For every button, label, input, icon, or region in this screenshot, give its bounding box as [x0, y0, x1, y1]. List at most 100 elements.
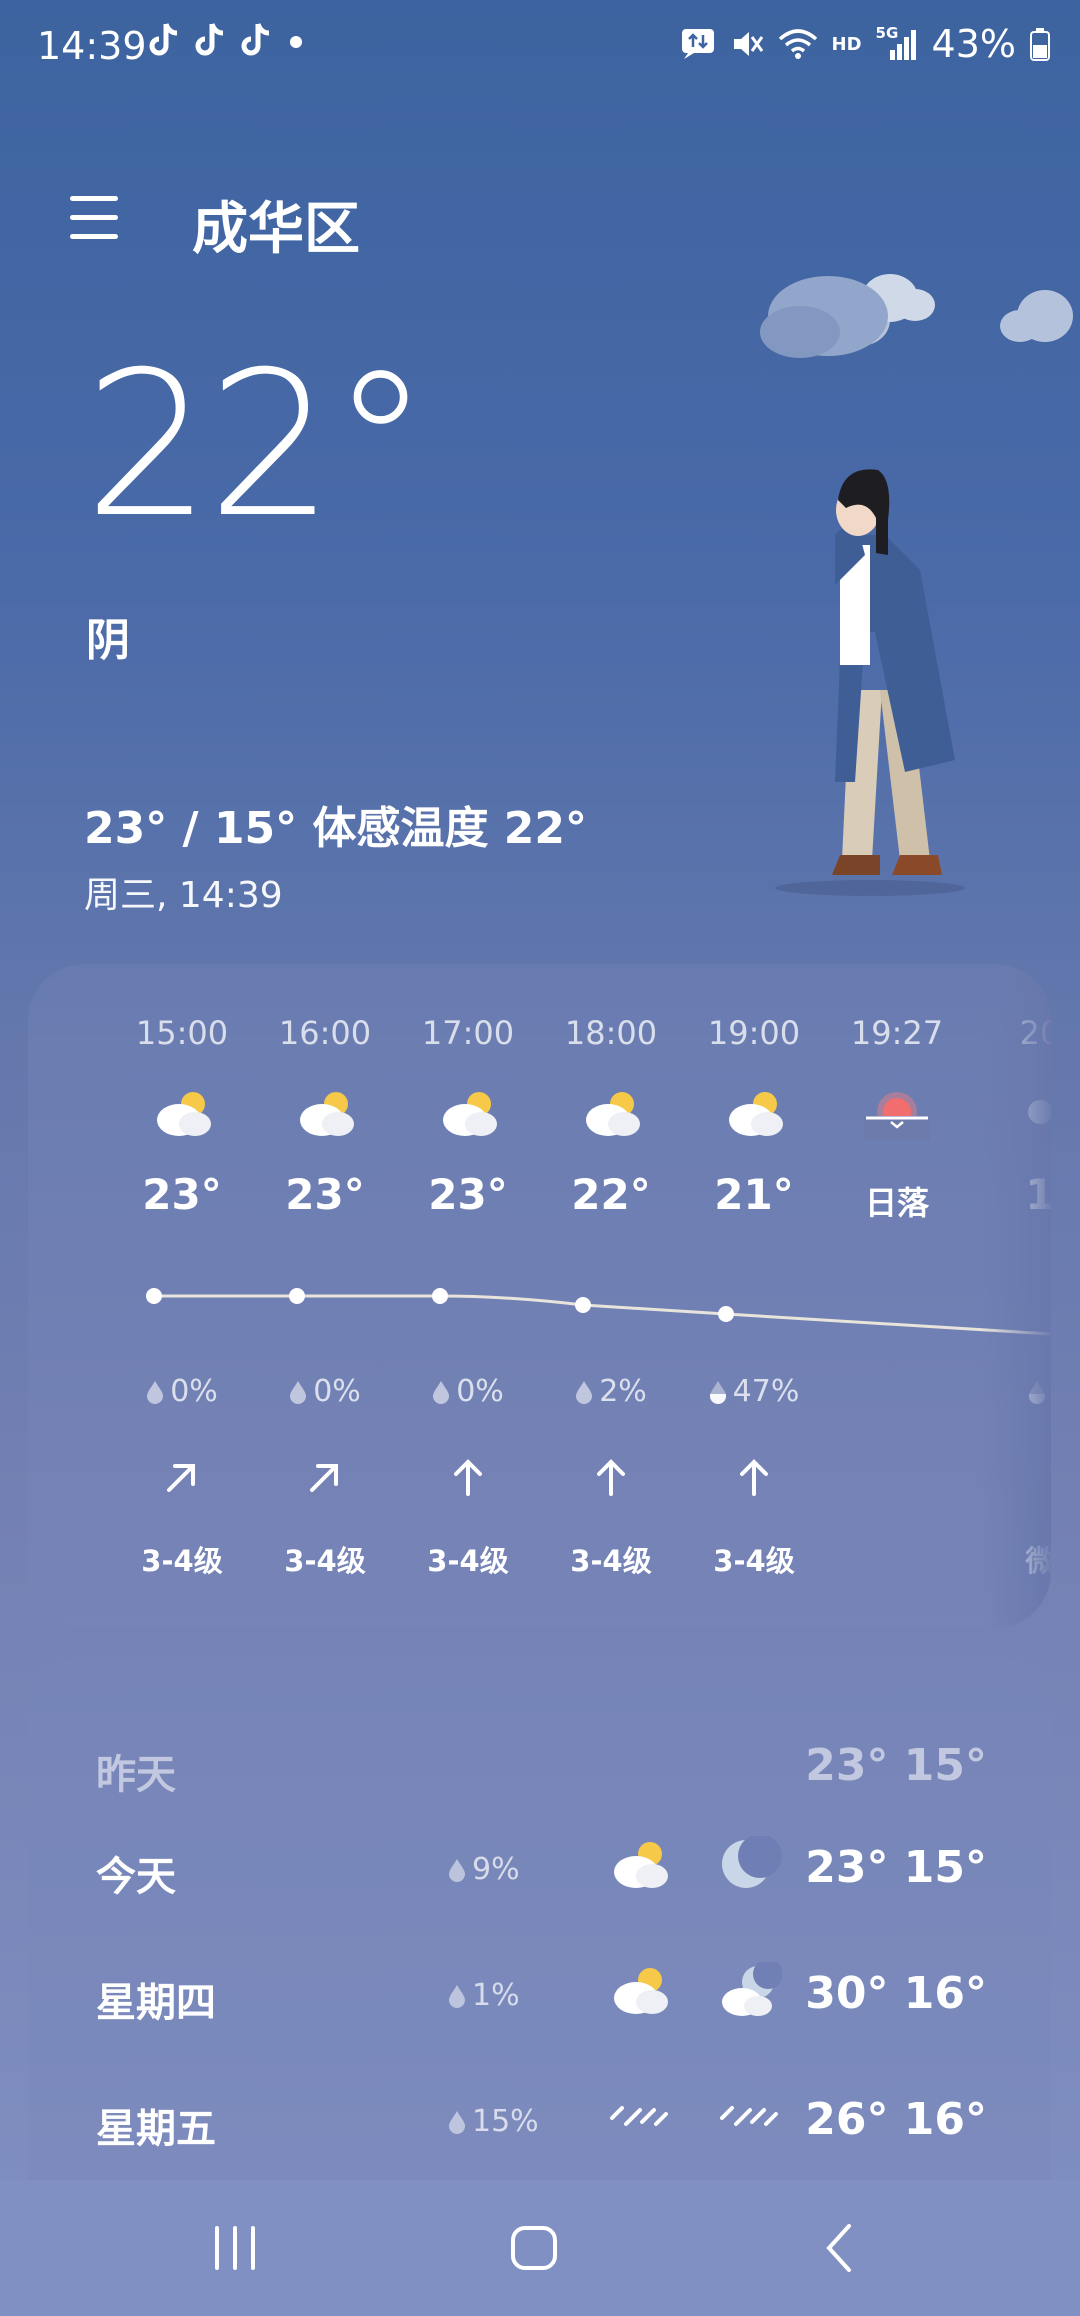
person-illustration: [775, 469, 965, 896]
system-navigation-bar: [0, 2180, 1080, 2316]
sunset-icon: [864, 1092, 930, 1140]
hour-wind: 3-4级: [427, 1544, 509, 1578]
hour-temperature: 22°: [571, 1170, 651, 1219]
hour-precipitation: 2%: [546, 1374, 676, 1409]
day-temperatures: 26° 16°: [805, 2094, 987, 2145]
hour-time: 16:00: [278, 1014, 372, 1052]
hour-precipitation: 0%: [260, 1374, 390, 1409]
partly-cloudy-icon: [157, 1092, 211, 1136]
notification-icons: [148, 22, 306, 58]
partly-cloudy-icon: [300, 1092, 354, 1136]
daily-row-today[interactable]: 今天 9% 23° 15°: [28, 1824, 1051, 1914]
half-raindrop-icon: [709, 1381, 726, 1404]
last-updated: 周三, 14:39: [84, 875, 283, 916]
day-temperatures: 23° 15°: [805, 1842, 987, 1893]
sunset-label: 日落: [864, 1184, 929, 1222]
raindrop-icon: [290, 1381, 307, 1404]
hour-precipitation-value: 47%: [732, 1374, 800, 1409]
current-condition: 阴: [86, 615, 130, 666]
hour-wind: 3-4级: [284, 1544, 366, 1578]
hour-time: 17:00: [421, 1014, 515, 1052]
day-temperatures: 30° 16°: [805, 1968, 987, 2019]
data-transfer-icon: [681, 29, 714, 59]
raindrop-icon: [449, 1985, 465, 2008]
hour-precipitation-value: 0%: [456, 1374, 504, 1409]
partly-cloudy-icon: [614, 1842, 668, 1888]
more-notifications-dot-icon: [290, 36, 302, 48]
day-precipitation: 9%: [448, 1852, 520, 1887]
day-precipitation: 15%: [448, 2104, 539, 2139]
raindrop-icon: [576, 1381, 593, 1404]
hour-precipitation: 0%: [403, 1374, 533, 1409]
cloud-illustration: [760, 274, 1073, 358]
tiktok-icon: [195, 23, 224, 56]
trend-point: [146, 1288, 162, 1304]
hour-time: 18:00: [564, 1014, 658, 1052]
day-precipitation-value: 1%: [472, 1978, 520, 2013]
day-name: 今天: [96, 1854, 176, 1900]
hour-precipitation-value: 2%: [599, 1374, 647, 1409]
raindrop-icon: [449, 1859, 465, 1882]
mute-icon: [733, 32, 763, 56]
partly-cloudy-icon: [614, 1968, 668, 2014]
current-temperature: 22°: [84, 329, 430, 562]
daily-row-thursday[interactable]: 星期四 1% 30° 16°: [28, 1950, 1051, 2040]
partly-cloudy-icon: [586, 1092, 640, 1136]
day-temperatures: 23° 15°: [805, 1740, 987, 1791]
back-icon[interactable]: [813, 2220, 869, 2276]
wind-direction-arrow-icon: [740, 1459, 768, 1496]
hd-label: HD: [831, 33, 862, 55]
tiktok-icon: [241, 23, 270, 56]
day-precipitation-value: 9%: [472, 1852, 520, 1887]
wind-direction-arrow-icon: [454, 1459, 482, 1496]
daily-forecast-card[interactable]: 昨天 23° 15° 今天 9% 23° 15° 星期四 1% 30° 16° …: [28, 1656, 1051, 2236]
hour-temperature: 23°: [142, 1170, 222, 1219]
wind-direction-arrow-icon: [597, 1459, 625, 1496]
wind-direction-arrow-icon: [167, 1464, 195, 1492]
hour-wind: 3-4级: [713, 1544, 795, 1578]
hour-precipitation-value: 0%: [313, 1374, 361, 1409]
day-name: 星期四: [96, 1980, 216, 2026]
home-icon[interactable]: [507, 2220, 563, 2276]
wind-direction-arrow-icon: [310, 1464, 338, 1492]
status-bar: 14:39 HD 5G 43%: [0, 0, 1080, 96]
cloudy-night-icon: [722, 1962, 782, 2016]
hour-temperature: 23°: [285, 1170, 365, 1219]
crescent-moon-icon: [722, 1836, 782, 1888]
high-low-feels-like: 23° / 15° 体感温度 22°: [84, 803, 588, 854]
trend-point: [718, 1306, 734, 1322]
hour-time: 19:27: [850, 1014, 944, 1052]
trend-line: [154, 1294, 1051, 1336]
wifi-icon: [778, 29, 817, 59]
hour-temperature: 23°: [428, 1170, 508, 1219]
daily-row-yesterday[interactable]: 昨天 23° 15°: [28, 1722, 1051, 1812]
temperature-trend-chart: [146, 1288, 1051, 1336]
day-precipitation-value: 15%: [472, 2104, 539, 2139]
scroll-fade: [981, 964, 1051, 1628]
menu-button[interactable]: [70, 196, 122, 242]
hour-precipitation-value: 0%: [170, 1374, 218, 1409]
battery-percent: 43%: [931, 22, 1016, 66]
weather-illustration: [760, 274, 1073, 896]
rain-icon: [610, 2106, 668, 2126]
trend-point: [289, 1288, 305, 1304]
trend-point: [575, 1297, 591, 1313]
status-time: 14:39: [37, 24, 147, 68]
signal-icon: 5G: [876, 24, 918, 62]
recent-apps-icon[interactable]: [207, 2220, 263, 2276]
hour-precipitation: 0%: [117, 1374, 247, 1409]
hour-time: 19:00: [707, 1014, 801, 1052]
daily-row-friday[interactable]: 星期五 15% 26° 16°: [28, 2076, 1051, 2166]
location-title[interactable]: 成华区: [192, 184, 360, 265]
hourly-forecast-card[interactable]: 15:00 23° 0% 3-4级 16:00 23° 0% 3-4级 17:0…: [28, 964, 1051, 1628]
day-name: 星期五: [96, 2106, 216, 2152]
partly-cloudy-icon: [729, 1092, 783, 1136]
tiktok-icon: [149, 23, 178, 56]
hour-time: 15:00: [135, 1014, 229, 1052]
partly-cloudy-icon: [443, 1092, 497, 1136]
day-name: 昨天: [96, 1752, 176, 1798]
trend-point: [432, 1288, 448, 1304]
hour-wind: 3-4级: [141, 1544, 223, 1578]
raindrop-icon: [449, 2111, 465, 2134]
raindrop-icon: [147, 1381, 164, 1404]
